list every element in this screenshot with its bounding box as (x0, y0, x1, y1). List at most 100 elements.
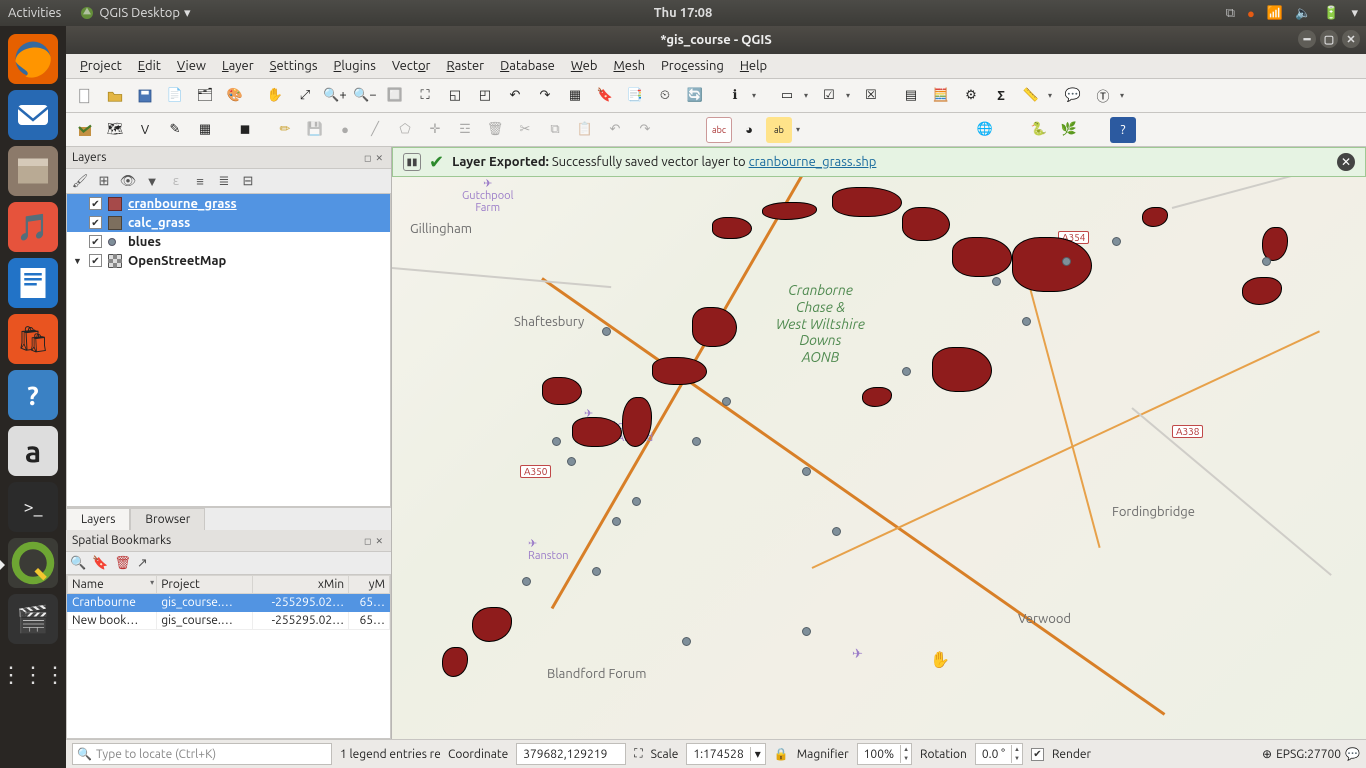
dock-thunderbird[interactable] (8, 90, 58, 140)
new-project-button[interactable] (72, 83, 98, 109)
label-tool-abc-button[interactable]: abc (706, 117, 732, 143)
bookmark-add-button[interactable]: 🔖 (92, 556, 108, 571)
layer-expand-toggle[interactable]: ▼ (73, 256, 83, 266)
menu-layer[interactable]: Layer (216, 57, 260, 75)
activities-label[interactable]: Activities (8, 6, 61, 20)
manage-visibility-button[interactable]: 👁 (118, 171, 138, 191)
volume-tray-icon[interactable]: 🔈 (1295, 6, 1311, 21)
layer-visibility-checkbox[interactable]: ✔ (89, 235, 102, 248)
delete-selected-button[interactable]: 🗑 (482, 117, 508, 143)
dropbox-tray-icon[interactable]: ⧉ (1226, 6, 1235, 21)
filter-legend-button[interactable]: ▼ (142, 171, 162, 191)
identify-button[interactable]: ℹ (722, 83, 748, 109)
remove-layer-button[interactable]: ⊟ (238, 171, 258, 191)
menu-help[interactable]: Help (734, 57, 773, 75)
dock-rhythmbox[interactable]: 🎵 (8, 202, 58, 252)
zoom-to-layer-button[interactable]: ◰ (472, 83, 498, 109)
modify-attrs-button[interactable]: ☲ (452, 117, 478, 143)
measure-dropdown[interactable]: ▾ (1048, 91, 1056, 100)
message-close-button[interactable]: ✕ (1337, 153, 1355, 171)
python-console-button[interactable]: 🐍 (1026, 117, 1052, 143)
new-bookmark-button[interactable]: 🔖 (592, 83, 618, 109)
layer-visibility-checkbox[interactable]: ✔ (89, 216, 102, 229)
toggle-editing-button[interactable]: ✎ (162, 117, 188, 143)
select-features-dropdown[interactable]: ▾ (804, 91, 812, 100)
lock-scale-button[interactable]: 🔒 (774, 747, 789, 761)
scale-dropdown[interactable]: ▾ (750, 747, 765, 761)
measure-button[interactable]: 📏 (1018, 83, 1044, 109)
copy-button[interactable]: ⧉ (542, 117, 568, 143)
pencil-button[interactable]: ✏ (272, 117, 298, 143)
bookmarks-col-project[interactable]: Project (157, 576, 252, 594)
new-print-layout-button[interactable]: 📄 (162, 83, 188, 109)
map-canvas[interactable]: Shaftesbury Gillingham Blandford Forum V… (392, 147, 1366, 739)
text-annotation-button[interactable]: Ⓣ (1090, 83, 1116, 109)
dock-firefox[interactable] (8, 34, 58, 84)
expression-filter-button[interactable]: ε (166, 171, 186, 191)
coordinate-field[interactable]: 379682,129219 (516, 743, 626, 765)
bookmarks-table[interactable]: Name▾ Project xMin yM Cranbournegis_cour… (66, 574, 391, 739)
bookmarks-panel-close-button[interactable]: ✕ (373, 536, 385, 546)
dock-help[interactable]: ? (8, 370, 58, 420)
clock[interactable]: Thu 17:08 (654, 6, 713, 20)
bookmarks-col-ym[interactable]: yM (349, 576, 390, 594)
open-attribute-table-button[interactable]: ▤ (898, 83, 924, 109)
menu-processing[interactable]: Processing (655, 57, 730, 75)
menu-plugins[interactable]: Plugins (328, 57, 382, 75)
rotation-field[interactable]: 0.0 °▲▼ (975, 743, 1023, 765)
zoom-last-button[interactable]: ↶ (502, 83, 528, 109)
new-shapefile-button[interactable]: 🗺 (102, 117, 128, 143)
window-close-button[interactable]: ✕ (1342, 30, 1360, 48)
pan-button[interactable]: ✋ (262, 83, 288, 109)
dock-files[interactable] (8, 146, 58, 196)
redo-button[interactable]: ↷ (632, 117, 658, 143)
zoom-native-button[interactable]: 🔲 (382, 83, 408, 109)
bookmark-zoom-button[interactable]: 🔍 (70, 556, 86, 571)
locator-input[interactable]: 🔍 Type to locate (Ctrl+K) (72, 743, 332, 765)
style-manager-button[interactable]: 🎨 (222, 83, 248, 109)
add-polygon-button[interactable]: ⬠ (392, 117, 418, 143)
zoom-full-button[interactable]: ⛶ (412, 83, 438, 109)
temporal-controller-button[interactable]: ⏲ (652, 83, 678, 109)
zoom-next-button[interactable]: ↷ (532, 83, 558, 109)
plugin-globe-button[interactable]: 🌐 (972, 117, 998, 143)
scale-field[interactable]: 1:174528▾ (686, 743, 765, 765)
layout-manager-button[interactable]: 🗂 (192, 83, 218, 109)
expand-all-button[interactable]: ≡ (190, 171, 210, 191)
bookmarks-col-name[interactable]: Name▾ (68, 576, 157, 594)
zoom-to-selection-button[interactable]: ◱ (442, 83, 468, 109)
pan-to-selection-button[interactable]: ⤢ (292, 83, 318, 109)
new-geopackage-button[interactable]: V (132, 117, 158, 143)
dock-writer[interactable] (8, 258, 58, 308)
dock-video[interactable]: 🎬 (8, 594, 58, 644)
menu-vector[interactable]: Vector (386, 57, 437, 75)
help-button[interactable]: ? (1110, 117, 1136, 143)
add-feature-button[interactable]: ◼ (232, 117, 258, 143)
wifi-tray-icon[interactable]: 📶 (1267, 6, 1283, 21)
bookmark-row[interactable]: New book…gis_course.…-255295.02…65… (68, 612, 390, 630)
layers-list[interactable]: ✔cranbourne_grass✔calc_grass✔blues▼✔Open… (66, 193, 391, 507)
current-edits-button[interactable]: ▦ (192, 117, 218, 143)
menu-database[interactable]: Database (494, 57, 561, 75)
dock-software[interactable]: 🛍 (8, 314, 58, 364)
dock-apps[interactable]: ⋮⋮⋮ (8, 650, 58, 700)
deselect-all-button[interactable]: ☒ (858, 83, 884, 109)
tab-layers[interactable]: Layers (66, 508, 130, 530)
select-by-value-button[interactable]: ☑ (816, 83, 842, 109)
menu-web[interactable]: Web (565, 57, 604, 75)
grass-tools-button[interactable]: 🌿 (1056, 117, 1082, 143)
add-vector-layer-button[interactable] (72, 117, 98, 143)
menu-raster[interactable]: Raster (440, 57, 490, 75)
add-point-button[interactable]: ● (332, 117, 358, 143)
menu-settings[interactable]: Settings (264, 57, 324, 75)
save-edits-button[interactable]: 💾 (302, 117, 328, 143)
show-bookmarks-button[interactable]: 📑 (622, 83, 648, 109)
tab-browser[interactable]: Browser (130, 508, 205, 530)
crs-icon[interactable]: ⊕ (1262, 747, 1272, 761)
pause-messages-button[interactable]: ▮▮ (403, 153, 421, 171)
processing-toolbox-button[interactable]: ⚙ (958, 83, 984, 109)
add-group-button[interactable]: ⊞ (94, 171, 114, 191)
layer-visibility-checkbox[interactable]: ✔ (89, 197, 102, 210)
crs-label[interactable]: EPSG:27700 (1276, 748, 1341, 761)
dock-terminal[interactable]: >_ (8, 482, 58, 532)
